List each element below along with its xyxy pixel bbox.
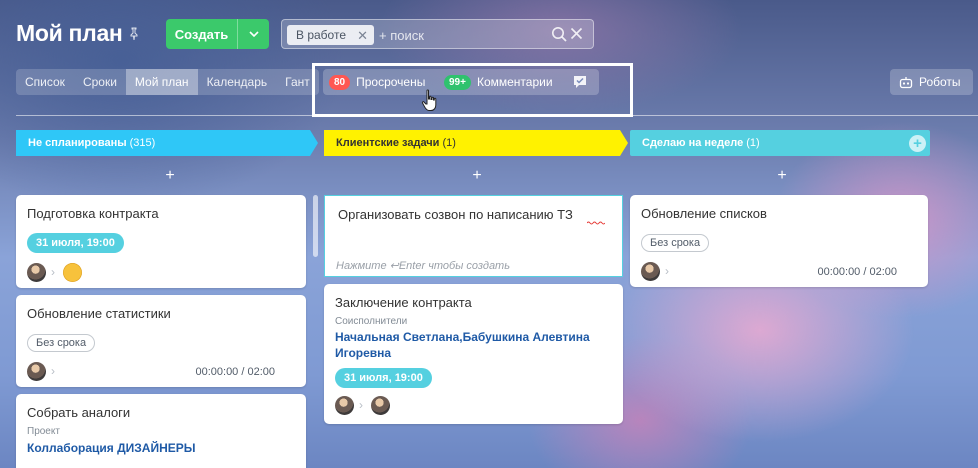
tab-my-plan[interactable]: Мой план	[125, 69, 198, 95]
time-tracker: 00:00:00 / 02:00	[195, 366, 275, 378]
divider	[16, 115, 978, 116]
column-count: (1)	[442, 137, 456, 149]
hand-cursor-icon	[421, 89, 437, 111]
task-title[interactable]: Собрать аналоги	[27, 405, 130, 420]
column-title: Клиентские задачи	[336, 137, 440, 149]
chevron-right-icon: ›	[359, 398, 363, 412]
avatar[interactable]	[27, 362, 46, 381]
new-task-input[interactable]: Организовать созвон по написанию ТЗ	[338, 207, 573, 222]
task-card[interactable]: Заключение контракта Соисполнители Начал…	[324, 284, 623, 424]
tab-calendar[interactable]: Календарь	[198, 69, 277, 95]
task-title[interactable]: Обновление статистики	[27, 306, 171, 321]
create-button[interactable]: Создать	[166, 19, 269, 49]
new-task-editor[interactable]: Организовать созвон по написанию ТЗ Нажм…	[324, 195, 623, 277]
robot-icon	[899, 76, 913, 88]
overdue-badge: 80	[329, 74, 351, 90]
avatar[interactable]	[335, 396, 354, 415]
tab-deadlines[interactable]: Сроки	[74, 69, 126, 95]
chat-check-icon[interactable]	[571, 73, 589, 91]
chevron-right-icon: ›	[51, 364, 55, 378]
filter-chip-label: В работе	[296, 28, 347, 42]
avatar[interactable]	[641, 262, 660, 281]
chevron-down-icon[interactable]	[238, 19, 269, 49]
task-card[interactable]: Обновление статистики Без срока › 00:00:…	[16, 295, 306, 387]
column-count: (1)	[746, 137, 760, 149]
search-icon[interactable]	[551, 26, 567, 42]
deadline-badge[interactable]: 31 июля, 19:00	[27, 233, 124, 253]
column-header-unplanned[interactable]: Не спланированы (315)	[16, 130, 306, 156]
task-title[interactable]: Подготовка контракта	[27, 206, 159, 221]
overdue-label: Просрочены	[356, 75, 426, 89]
project-link[interactable]: Коллаборация ДИЗАЙНЕРЫ	[27, 440, 196, 456]
comments-label: Комментарии	[476, 75, 553, 89]
task-card[interactable]: Обновление списков Без срока › 00:00:00 …	[630, 195, 928, 287]
coexecutors-link[interactable]: Начальная Светлана,Бабушкина Алевтина Иг…	[335, 329, 595, 361]
task-title[interactable]: Заключение контракта	[335, 295, 472, 310]
avatar[interactable]	[27, 263, 46, 282]
time-tracker: 00:00:00 / 02:00	[817, 266, 897, 278]
editor-hint: Нажмите ↩Enter чтобы создать	[336, 260, 511, 272]
tab-list[interactable]: Список	[16, 69, 74, 95]
top-bar: Мой план Создать В работе ✕ + поиск	[0, 0, 978, 62]
pin-icon[interactable]	[127, 27, 141, 41]
add-task-button[interactable]: +	[25, 165, 315, 187]
view-tabs: Список Сроки Мой план Календарь Гант	[16, 69, 319, 95]
deadline-badge[interactable]: 31 июля, 19:00	[335, 368, 432, 388]
avatar[interactable]	[63, 263, 82, 282]
column-title: Не спланированы	[28, 137, 127, 149]
task-card[interactable]: Подготовка контракта 31 июля, 19:00 ›	[16, 195, 306, 288]
avatar[interactable]	[371, 396, 390, 415]
add-task-button[interactable]: +	[332, 165, 622, 187]
column-header-this-week[interactable]: Сделаю на неделе (1)	[630, 130, 900, 156]
chevron-right-icon: ›	[665, 264, 669, 278]
no-deadline-badge[interactable]: Без срока	[27, 334, 96, 352]
clear-search-icon[interactable]	[570, 27, 583, 40]
coexecutors-label: Соисполнители	[335, 316, 408, 327]
column-count: (315)	[129, 137, 156, 149]
no-deadline-badge[interactable]: Без срока	[641, 234, 710, 252]
comments-counter[interactable]: 99+ Комментарии	[444, 74, 553, 90]
spellcheck-underline	[587, 221, 605, 225]
create-button-label[interactable]: Создать	[166, 19, 238, 49]
close-icon[interactable]: ✕	[357, 28, 368, 44]
task-title[interactable]: Обновление списков	[641, 206, 767, 221]
chevron-right-icon: ›	[51, 265, 55, 279]
task-card[interactable]: Собрать аналоги Проект Коллаборация ДИЗА…	[16, 394, 306, 468]
robots-label: Роботы	[919, 75, 961, 89]
add-column-button[interactable]: +	[909, 135, 926, 152]
column-header-client-tasks[interactable]: Клиентские задачи (1)	[324, 130, 620, 156]
add-task-button[interactable]: +	[637, 165, 927, 187]
search-filter[interactable]: В работе ✕ + поиск	[281, 19, 594, 49]
project-label: Проект	[27, 426, 60, 437]
column-title: Сделаю на неделе	[642, 137, 744, 149]
filter-chip[interactable]: В работе ✕	[287, 25, 374, 45]
overdue-counter[interactable]: 80 Просрочены	[329, 74, 425, 90]
comments-badge: 99+	[444, 74, 471, 90]
page-title: Мой план	[16, 20, 123, 46]
counters-bar: 80 Просрочены 99+ Комментарии	[323, 69, 599, 95]
search-input[interactable]: + поиск	[379, 28, 424, 43]
robots-button[interactable]: Роботы	[890, 69, 973, 95]
scrollbar[interactable]	[313, 195, 318, 257]
